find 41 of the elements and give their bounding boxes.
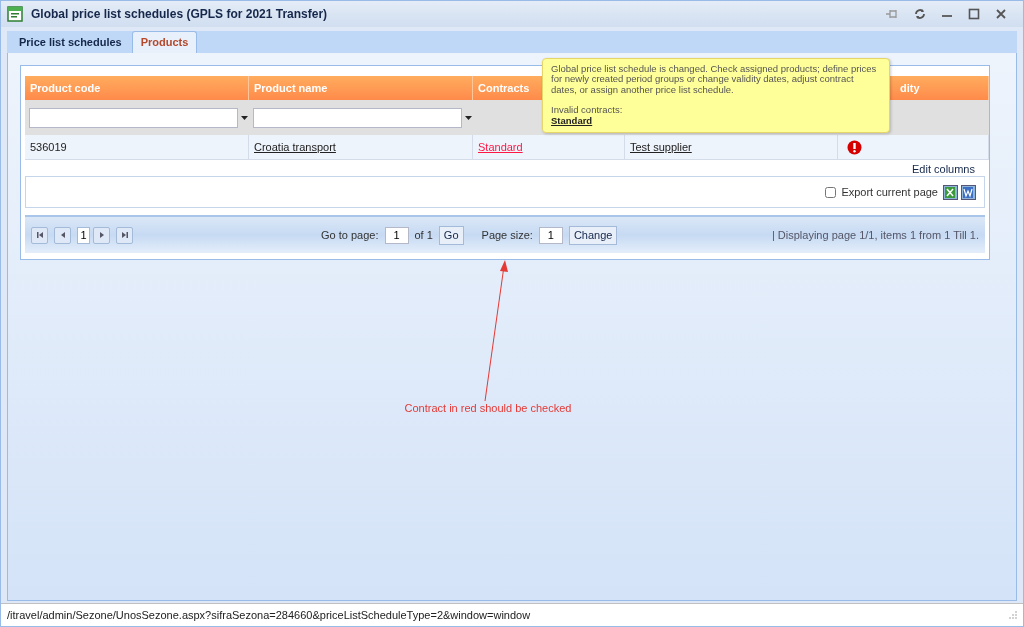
tab[interactable]: Price list schedules xyxy=(11,32,130,53)
status-url: /itravel/admin/Sezone/UnosSezone.aspx?sifraSezona=284660&priceListScheduleType=2&window=window xyxy=(7,609,531,621)
next-page-button[interactable] xyxy=(93,226,110,244)
refresh-icon[interactable] xyxy=(914,8,926,20)
table-link[interactable]: Test supplier xyxy=(630,141,692,153)
export-label: Export current page xyxy=(841,186,938,198)
caret-icon[interactable] xyxy=(464,115,472,120)
next-icon[interactable] xyxy=(97,231,106,239)
last-page-icon[interactable] xyxy=(120,231,129,239)
page-field[interactable]: 1 xyxy=(384,226,409,244)
excel-export-icon[interactable] xyxy=(943,184,958,200)
table-link[interactable]: Standard xyxy=(478,141,523,153)
first-page-icon[interactable] xyxy=(35,231,44,239)
tooltip-message: Global price list schedule is changed. Check assigned products; define prices for newly created period groups or change validity dates, adjust contract dates, or assign another price list schedule. xyxy=(551,64,878,96)
go-button[interactable]: Go xyxy=(438,225,464,245)
first-page-button[interactable] xyxy=(31,226,48,244)
table-cell: 536019 xyxy=(30,141,67,153)
previous-page-button[interactable] xyxy=(54,226,71,244)
page-size-label: Page size: xyxy=(481,229,533,241)
page-number-button[interactable]: 1 xyxy=(77,226,90,244)
page-count: of 1 xyxy=(414,229,433,241)
last-page-button[interactable] xyxy=(116,226,133,244)
tooltip-label: Invalid contracts: xyxy=(551,104,623,116)
tooltip-link[interactable]: Standard xyxy=(551,115,593,127)
export-checkbox[interactable] xyxy=(825,186,837,198)
tab[interactable]: Products xyxy=(131,31,198,53)
page-size-field[interactable]: 1 xyxy=(538,226,563,244)
window-icon xyxy=(7,6,23,22)
caret-icon[interactable] xyxy=(240,115,248,120)
close-icon[interactable] xyxy=(995,8,1007,20)
window-title: Global price list schedules (GPLS for 2021 Transfer) xyxy=(31,7,328,21)
table-link[interactable]: Croatia transport xyxy=(254,141,336,153)
edit-columns-link[interactable]: Edit columns xyxy=(912,163,975,175)
resize-grip-icon[interactable] xyxy=(1009,611,1017,619)
error-icon[interactable] xyxy=(847,139,862,155)
maximize-icon[interactable] xyxy=(968,8,980,20)
paging-summary: | Displaying page 1/1, items 1 from 1 Till 1. xyxy=(771,229,979,241)
go-to-page-label: Go to page: xyxy=(321,229,379,241)
word-export-icon[interactable] xyxy=(961,184,976,200)
change-button[interactable]: Change xyxy=(568,225,618,245)
annotation-text: Contract in red should be checked xyxy=(404,402,572,414)
